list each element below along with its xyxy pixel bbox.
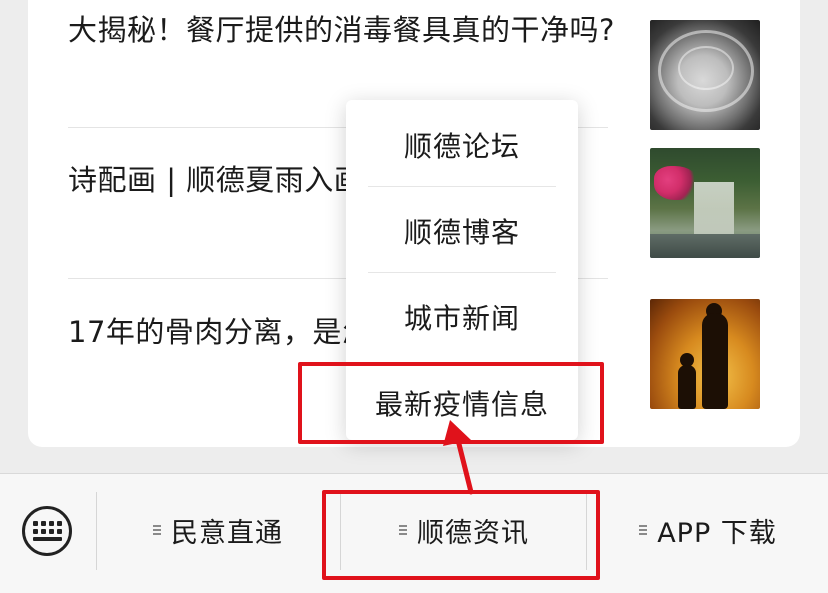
silhouette-child — [678, 365, 696, 409]
keyboard-keys — [32, 521, 62, 541]
menu-divider — [586, 492, 587, 570]
thumbnail-pond — [650, 234, 760, 258]
thumbnail-waterfall — [694, 182, 734, 234]
bottom-menu-bar: 民意直通 顺德资讯 APP 下载 — [0, 473, 828, 593]
menu-divider — [96, 492, 97, 570]
plate-inner-rim — [678, 46, 734, 90]
menu-item-label: APP 下载 — [657, 517, 777, 549]
submenu-item-city-news[interactable]: 城市新闻 — [346, 274, 578, 360]
submenu-divider — [368, 186, 556, 187]
silhouette-adult — [702, 313, 728, 409]
menu-lines-icon — [399, 523, 409, 537]
menu-item-label: 顺德资讯 — [417, 517, 529, 549]
menu-lines-icon — [639, 523, 649, 537]
menu-item-public-opinion[interactable]: 民意直通 — [98, 474, 338, 586]
menu-item-app-download[interactable]: APP 下载 — [588, 474, 828, 586]
menu-lines-icon — [153, 523, 163, 537]
menu-divider — [340, 492, 341, 570]
menu-item-shunde-news[interactable]: 顺德资讯 — [342, 474, 586, 586]
plate-thumbnail[interactable] — [650, 20, 760, 130]
keyboard-icon[interactable] — [22, 506, 72, 556]
menu-item-label: 民意直通 — [171, 517, 283, 549]
submenu-item-latest-epidemic-info[interactable]: 最新疫情信息 — [346, 360, 578, 446]
submenu-item-shunde-forum[interactable]: 顺德论坛 — [346, 102, 578, 188]
garden-thumbnail[interactable] — [650, 148, 760, 258]
article-title[interactable]: 大揭秘！餐厅提供的消毒餐具真的干净吗? — [68, 8, 628, 52]
submenu-divider — [368, 272, 556, 273]
submenu-item-shunde-blog[interactable]: 顺德博客 — [346, 188, 578, 274]
submenu-popup: 顺德论坛 顺德博客 城市新闻 最新疫情信息 — [346, 100, 578, 440]
sunset-thumbnail[interactable] — [650, 299, 760, 409]
